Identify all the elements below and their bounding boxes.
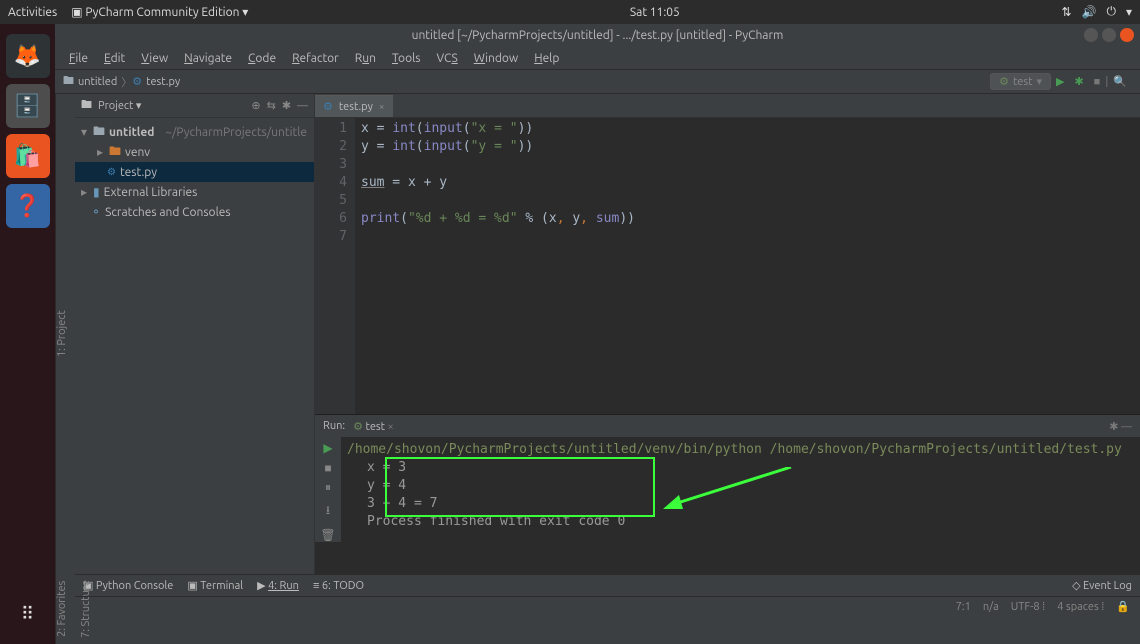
collapse-icon[interactable]: ⇆ <box>267 99 276 112</box>
maximize-button[interactable] <box>1102 28 1116 42</box>
bottom-tool-tabs: ▣ Python Console ▣ Terminal ▶ 4: Run ≡ 6… <box>75 574 1140 596</box>
console-output[interactable]: /home/shovon/PycharmProjects/untitled/ve… <box>341 437 1140 542</box>
trash-icon[interactable]: 🗑 <box>320 528 335 542</box>
tree-scratches[interactable]: ⚬Scratches and Consoles <box>75 202 314 222</box>
run-config-selector[interactable]: ⚙test▾ <box>990 73 1051 90</box>
menu-code[interactable]: Code <box>242 50 282 67</box>
bottom-tab-todo[interactable]: ≡ 6: TODO <box>313 580 364 592</box>
menu-view[interactable]: View <box>135 50 174 67</box>
tree-testpy[interactable]: ⚙test.py <box>75 162 314 182</box>
sidebar-tab-structure[interactable]: 7: Structure <box>80 580 92 638</box>
breadcrumb-file[interactable]: test.py <box>142 76 184 88</box>
tree-ext-libs[interactable]: ▸▮External Libraries <box>75 182 314 202</box>
menu-navigate[interactable]: Navigate <box>178 50 238 67</box>
software-icon[interactable]: 🛍️ <box>6 134 50 178</box>
menu-refactor[interactable]: Refactor <box>286 50 345 67</box>
locate-icon[interactable]: ⊕ <box>251 99 260 112</box>
debug-button[interactable]: ✱ <box>1069 75 1088 88</box>
files-icon[interactable]: 🗄️ <box>6 84 50 128</box>
run-toolbar: ▶ ■ ⏸ ⭳ 🗑 <box>315 437 341 542</box>
lock-icon[interactable]: 🔒 <box>1116 600 1130 613</box>
firefox-icon[interactable]: 🦊 <box>6 34 50 78</box>
window-titlebar: untitled [~/PycharmProjects/untitled] - … <box>55 24 1140 48</box>
pause-icon[interactable]: ⏸ <box>325 481 331 495</box>
project-view-icon: 🖿 <box>81 96 92 115</box>
bottom-tab-run[interactable]: ▶ 4: Run <box>257 579 299 592</box>
run-tool-title: Run: <box>323 420 345 432</box>
show-apps-icon[interactable]: ⠿ <box>6 592 50 636</box>
network-icon[interactable]: ⇅ <box>1061 5 1071 19</box>
project-tool-window: 🖿 Project ▾ ⊕ ⇆ ✱ — ▾🖿 untitled ~/Pychar… <box>75 94 315 574</box>
activities-button[interactable]: Activities <box>8 6 57 19</box>
line-gutter: 1234567 <box>315 118 355 414</box>
main-menu: File Edit View Navigate Code Refactor Ru… <box>55 48 1140 70</box>
gear-icon[interactable]: ✱ <box>282 99 291 112</box>
python-file-icon: ⚙ <box>132 75 142 88</box>
sidebar-tab-favorites[interactable]: 2: Favorites <box>56 580 68 638</box>
menu-help[interactable]: Help <box>528 50 565 67</box>
run-settings-icon[interactable]: ✱ — <box>1109 420 1132 433</box>
rerun-icon[interactable]: ▶ <box>323 441 332 455</box>
launcher-dock: 🦊 🗄️ 🛍️ ❓ ⠿ <box>0 24 55 644</box>
status-na: n/a <box>983 601 999 613</box>
project-view-title[interactable]: Project ▾ <box>98 99 245 112</box>
bottom-tab-python-console[interactable]: ▣ Python Console <box>83 579 173 592</box>
menu-run[interactable]: Run <box>349 50 382 67</box>
tree-root[interactable]: ▾🖿 untitled ~/PycharmProjects/untitle <box>75 122 314 142</box>
editor-tab-testpy[interactable]: ⚙test.py× <box>315 95 393 117</box>
pycharm-window: untitled [~/PycharmProjects/untitled] - … <box>55 24 1140 644</box>
stop-button[interactable]: ■ <box>1089 76 1106 88</box>
left-gutter-bottom: 2: Favorites 7: Structure <box>55 574 75 644</box>
project-tree: ▾🖿 untitled ~/PycharmProjects/untitle ▸🖿… <box>75 118 314 574</box>
breadcrumb-root[interactable]: untitled <box>74 76 121 88</box>
navigation-bar: 🖿 untitled 〉 ⚙ test.py ⚙test▾ ▶ ✱ ■ | 🔍 <box>55 70 1140 94</box>
menu-vcs[interactable]: VCS <box>430 50 463 67</box>
chevron-down-icon[interactable]: ▾ <box>1126 5 1132 19</box>
folder-icon: 🖿 <box>63 72 74 91</box>
status-caret-pos[interactable]: 7:1 <box>956 601 971 613</box>
status-bar: 7:1 n/a UTF-8 ⁞ 4 spaces ⁞ 🔒 <box>75 596 1140 616</box>
menu-edit[interactable]: Edit <box>98 50 131 67</box>
hide-icon[interactable]: — <box>297 100 308 112</box>
gnome-top-bar: Activities ▣ PyCharm Community Edition ▾… <box>0 0 1140 24</box>
close-tab-icon[interactable]: × <box>379 101 385 112</box>
sidebar-tab-project[interactable]: 1: Project <box>56 100 68 568</box>
help-icon[interactable]: ❓ <box>6 184 50 228</box>
code-area[interactable]: 1234567 x = int(input("x = ")) y = int(i… <box>315 118 1140 414</box>
status-indent[interactable]: 4 spaces ⁞ <box>1057 601 1104 613</box>
stop-icon[interactable]: ■ <box>324 461 331 475</box>
minimize-button[interactable] <box>1084 28 1098 42</box>
bottom-tab-terminal[interactable]: ▣ Terminal <box>187 579 243 592</box>
close-button[interactable] <box>1120 28 1134 42</box>
run-tab[interactable]: ⚙ test × <box>353 420 394 433</box>
app-menu[interactable]: ▣ PyCharm Community Edition ▾ <box>71 5 248 19</box>
source-text[interactable]: x = int(input("x = ")) y = int(input("y … <box>355 118 635 414</box>
export-icon[interactable]: ⭳ <box>326 501 330 522</box>
event-log-button[interactable]: ◇ Event Log <box>1072 579 1132 592</box>
run-button[interactable]: ▶ <box>1051 75 1069 88</box>
menu-file[interactable]: File <box>63 50 94 67</box>
left-gutter: 1: Project <box>55 94 75 574</box>
volume-icon[interactable]: 🔊 <box>1082 5 1097 19</box>
editor: ⚙test.py× 1234567 x = int(input("x = "))… <box>315 94 1140 574</box>
search-everywhere-icon[interactable]: 🔍 <box>1108 75 1132 88</box>
tree-venv[interactable]: ▸🖿venv <box>75 142 314 162</box>
run-tool-window: Run: ⚙ test × ✱ — ▶ ■ ⏸ ⭳ 🗑 /home/shovon… <box>315 414 1140 574</box>
status-encoding[interactable]: UTF-8 ⁞ <box>1011 601 1045 613</box>
menu-tools[interactable]: Tools <box>386 50 427 67</box>
clock[interactable]: Sat 11:05 <box>248 6 1061 19</box>
power-icon[interactable]: ⏻ <box>1106 5 1116 19</box>
menu-window[interactable]: Window <box>468 50 524 67</box>
